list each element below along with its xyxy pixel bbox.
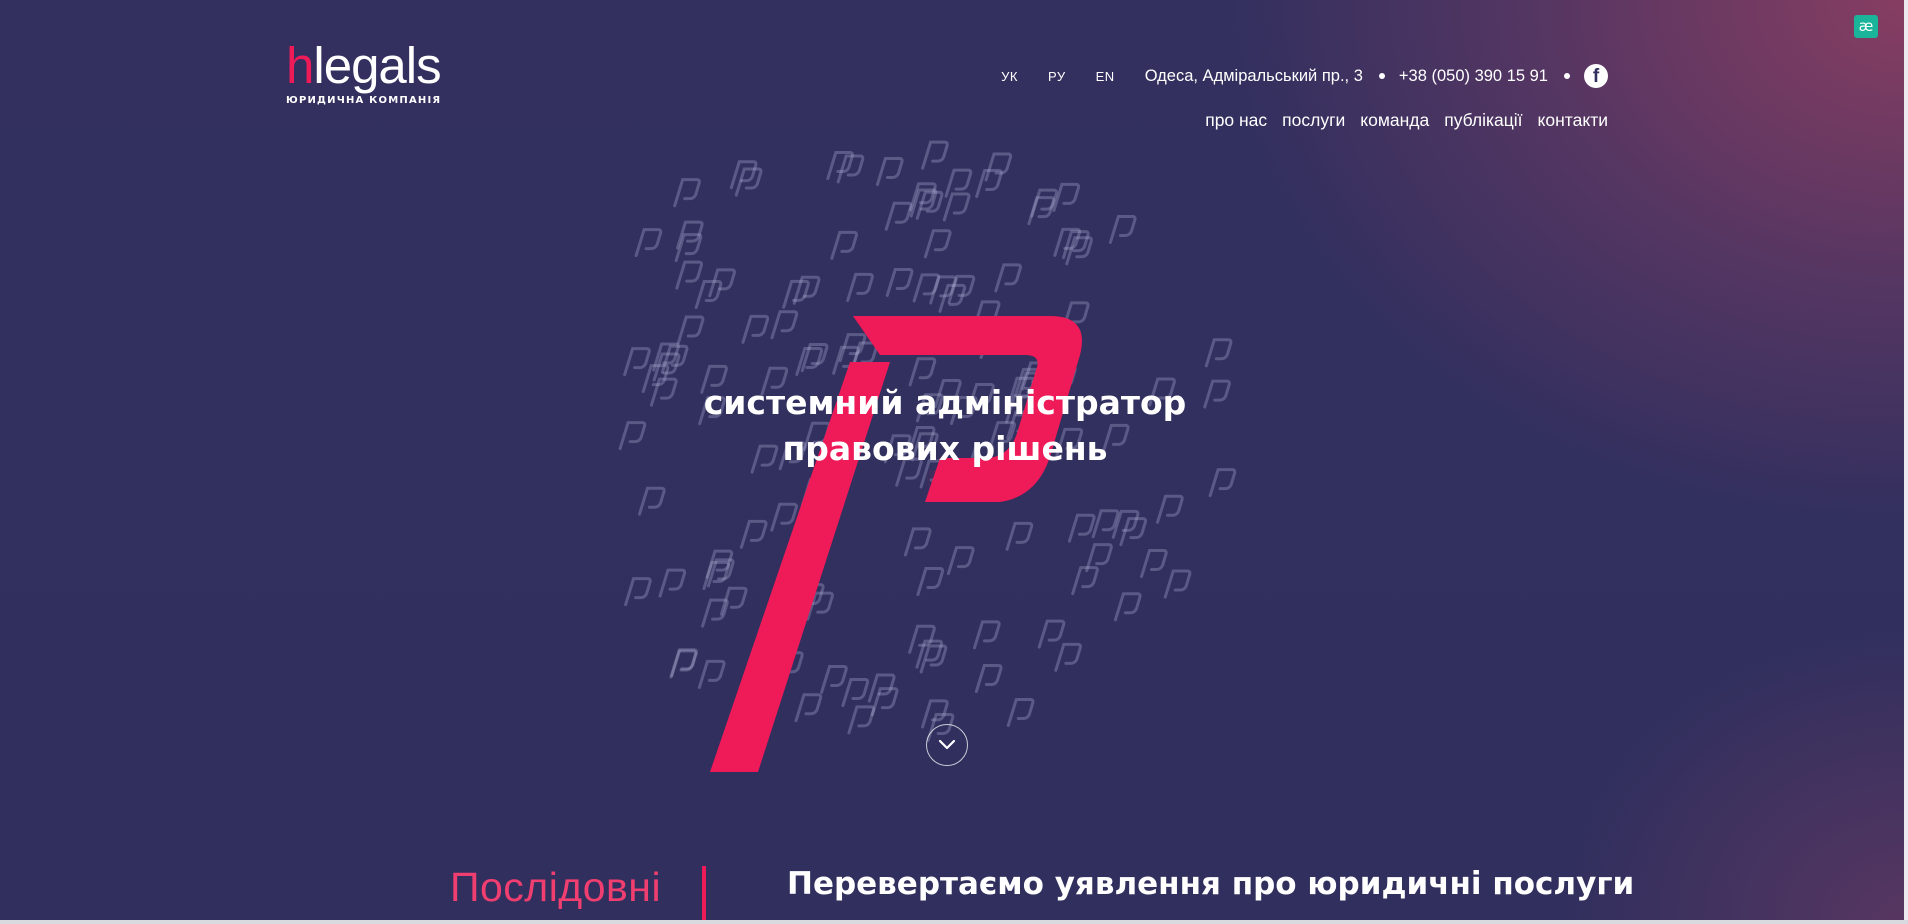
pattern-glyph	[1037, 619, 1066, 649]
pattern-glyph	[623, 347, 651, 377]
pattern-glyph	[1163, 569, 1192, 599]
scroll-down-button[interactable]	[926, 724, 968, 766]
pattern-glyph	[770, 310, 799, 340]
pattern-glyph	[994, 263, 1022, 293]
pattern-glyph	[1067, 513, 1096, 543]
pattern-glyph	[875, 157, 904, 187]
pattern-glyph	[946, 546, 975, 576]
pattern-glyph	[820, 664, 848, 694]
pattern-glyph	[618, 421, 647, 451]
pattern-glyph	[673, 178, 701, 208]
pattern-glyph	[974, 664, 1003, 694]
pattern-glyph	[944, 168, 973, 198]
pattern-glyph	[1027, 196, 1056, 226]
pattern-glyph	[624, 577, 652, 607]
pattern-glyph	[697, 659, 726, 689]
pattern-glyph	[1208, 468, 1237, 498]
pattern-glyph	[846, 272, 874, 302]
pattern-glyph	[916, 567, 945, 597]
pattern-glyph	[1006, 698, 1035, 728]
pattern-glyph	[705, 549, 734, 579]
pattern-glyph	[903, 527, 932, 557]
hero-line-1: системний адміністратор	[703, 383, 1187, 422]
pattern-glyph	[830, 230, 858, 260]
page: hlegals ЮРИДИЧНА КОМПАНІЯ УК РУ EN Одеса…	[0, 0, 1908, 924]
pattern-glyph	[1071, 566, 1099, 596]
pattern-glyph	[841, 678, 870, 708]
pattern-glyph	[1108, 214, 1137, 244]
pattern-glyph	[972, 620, 1001, 650]
pattern-glyph	[1113, 592, 1142, 622]
pattern-glyph	[1204, 338, 1233, 368]
pattern-glyph	[1156, 494, 1184, 524]
hero-line-2: правових рішень	[782, 429, 1108, 468]
pattern-glyph	[734, 167, 763, 197]
pattern-glyph	[637, 486, 666, 516]
pattern-glyph	[921, 140, 949, 170]
pattern-glyph	[676, 315, 705, 345]
pattern-glyph	[942, 192, 971, 222]
pattern-glyph	[669, 649, 698, 679]
pattern-glyph	[675, 260, 703, 290]
chevron-down-icon	[938, 739, 956, 750]
pattern-glyph	[1005, 521, 1034, 551]
hero-title: системний адміністратор правових рішень	[650, 380, 1240, 472]
pattern-glyph	[694, 280, 723, 310]
pattern-glyph	[847, 705, 876, 735]
pattern-glyph	[915, 190, 944, 220]
pattern-glyph	[1052, 182, 1081, 212]
pattern-glyph	[741, 314, 770, 344]
pattern-glyph	[984, 152, 1013, 182]
pattern-glyph	[885, 267, 914, 297]
pattern-glyph	[658, 568, 687, 598]
pattern-glyph	[923, 229, 952, 259]
pattern-glyph	[1140, 549, 1168, 579]
pattern-glyph	[739, 519, 768, 549]
pattern-glyph	[884, 201, 913, 231]
pattern-glyph	[770, 502, 798, 532]
pattern-glyph	[634, 228, 663, 258]
pattern-glyph	[1054, 642, 1082, 672]
pattern-glyph	[794, 693, 823, 723]
